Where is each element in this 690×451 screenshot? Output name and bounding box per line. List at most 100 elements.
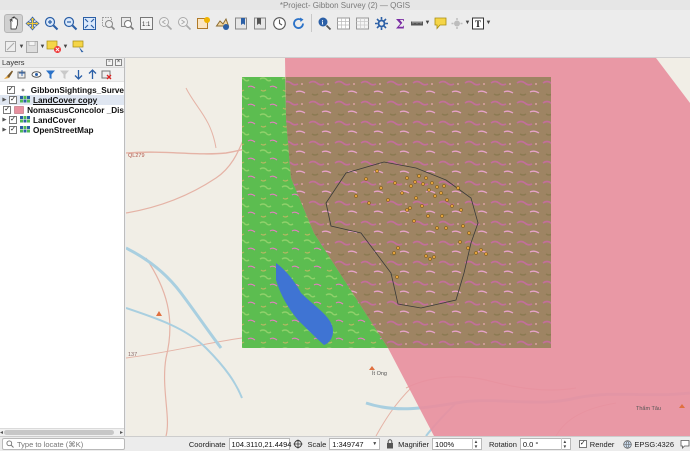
layer-row-landcover[interactable]: ▶ ✓ LandCover (0, 115, 124, 125)
layers-panel-title: Layers (2, 58, 25, 67)
annotation-icon[interactable] (450, 14, 464, 33)
toolbox-icon[interactable] (372, 14, 391, 33)
locator-search[interactable] (2, 438, 125, 450)
zoom-last-icon[interactable] (156, 14, 175, 33)
collapse-all-icon[interactable] (86, 69, 99, 81)
text-annotation-dropdown-chevron-icon[interactable]: ▼ (485, 14, 492, 33)
svg-text:i: i (322, 19, 324, 26)
zoom-full-icon[interactable] (80, 14, 99, 33)
scale-combobox[interactable]: 1:349747 ▼ (329, 438, 381, 450)
toolbar-separator (311, 14, 312, 32)
float-panel-icon[interactable]: ▫ (106, 59, 113, 66)
expand-chevron-icon[interactable]: ▶ (0, 97, 9, 103)
select-features-icon[interactable] (334, 14, 353, 33)
layer-visibility-checkbox[interactable]: ✓ (9, 96, 17, 104)
text-annotation-icon[interactable]: T (471, 14, 485, 33)
rotation-spinbox[interactable]: 0.0 ° ▲ ▼ (519, 438, 571, 450)
magnifier-stepper-icon[interactable]: ▲ ▼ (471, 438, 479, 450)
magnifier-value: 100% (435, 439, 455, 449)
layer-tree: ✓ GibbonSightings_Surve ▶ ✓ LandCover co… (0, 82, 124, 135)
add-feature-icon[interactable] (46, 37, 62, 56)
layers-panel-toolbar (0, 68, 124, 82)
layer-row-gibbon-sightings[interactable]: ✓ GibbonSightings_Surve (0, 85, 124, 95)
zoom-to-layer-icon[interactable] (118, 14, 137, 33)
digitizing-dropdown-chevron-icon[interactable]: ▼ (18, 37, 25, 56)
toggle-extents-icon[interactable] (293, 439, 303, 449)
pan-icon[interactable] (4, 13, 23, 33)
rotation-stepper-icon[interactable]: ▲ ▼ (560, 438, 568, 450)
new-3d-map-icon[interactable] (213, 14, 232, 33)
crs-label[interactable]: EPSG:4326 (634, 440, 674, 449)
zoom-native-icon[interactable]: 1:1 (137, 14, 156, 33)
layers-panel: Layers ▫ × ✓ GibbonSightings_Surve ▶ ✓ L… (0, 58, 125, 436)
town-label: Ít Ong (372, 370, 387, 377)
digitizing-toolbar: ▼ ▼ ▼ (0, 36, 690, 58)
expand-chevron-icon[interactable]: ▶ (0, 117, 9, 123)
temporal-controller-icon[interactable] (270, 14, 289, 33)
expand-chevron-icon[interactable]: ▶ (0, 127, 9, 133)
layer-visibility-checkbox[interactable]: ✓ (9, 116, 17, 124)
show-bookmarks-icon[interactable] (251, 14, 270, 33)
render-checkbox[interactable]: ✓ (578, 440, 587, 448)
place-label: Thẩm Tâu (636, 405, 661, 412)
open-styling-icon[interactable] (2, 69, 15, 81)
zoom-in-icon[interactable] (42, 14, 61, 33)
deselect-icon[interactable] (353, 14, 372, 33)
manage-visibility-icon[interactable] (30, 69, 43, 81)
new-bookmark-icon[interactable] (232, 14, 251, 33)
scale-value: 1:349747 (332, 439, 364, 449)
layer-visibility-checkbox[interactable]: ✓ (3, 106, 12, 114)
peak-marker-icon (369, 366, 375, 370)
expand-all-icon[interactable] (72, 69, 85, 81)
layer-name: NomascusConcolor _Dis (27, 105, 124, 115)
layers-horizontal-scrollbar[interactable]: ◂ ▸ (0, 428, 124, 436)
digitizing-icon[interactable] (4, 37, 18, 56)
remove-layer-icon[interactable] (100, 69, 113, 81)
zoom-to-selection-icon[interactable] (99, 14, 118, 33)
map-canvas[interactable]: QL279 137 Ít Ong Thẩm Tâu (126, 58, 690, 436)
raster-layer-icon (20, 96, 30, 103)
scrollbar-thumb[interactable] (4, 430, 114, 435)
layer-row-nomascus-concolor[interactable]: ✓ NomascusConcolor _Dis (0, 105, 124, 115)
save-edits-icon[interactable] (25, 37, 39, 56)
polygon-layer-icon (14, 106, 24, 114)
pan-to-selection-icon[interactable] (23, 14, 42, 33)
layer-row-openstreetmap[interactable]: ▶ ✓ OpenStreetMap (0, 125, 124, 135)
add-feature-dropdown-chevron-icon[interactable]: ▼ (62, 37, 69, 56)
magnifier-spinbox[interactable]: 100% ▲ ▼ (432, 438, 482, 450)
identify-icon[interactable]: i (315, 14, 334, 33)
statistics-icon[interactable]: Σ (391, 14, 410, 33)
layer-visibility-checkbox[interactable]: ✓ (9, 126, 17, 134)
messages-icon[interactable] (680, 439, 690, 449)
map-tips-icon[interactable] (431, 14, 450, 33)
label-icon[interactable] (69, 37, 88, 56)
svg-text:Σ: Σ (396, 17, 405, 31)
new-map-view-icon[interactable] (194, 14, 213, 33)
coordinate-label: Coordinate (188, 439, 226, 449)
road-label-ql279: QL279 (128, 153, 145, 159)
layer-name: LandCover (33, 115, 76, 125)
road-label-137: 137 (128, 352, 137, 358)
filter-legend-icon[interactable] (44, 69, 57, 81)
svg-text:1:1: 1:1 (142, 22, 151, 28)
filter-expression-icon[interactable] (58, 69, 71, 81)
save-edits-dropdown-chevron-icon[interactable]: ▼ (39, 37, 46, 56)
layer-name: LandCover copy (33, 95, 98, 105)
annotation-dropdown-chevron-icon[interactable]: ▼ (464, 14, 471, 33)
layer-visibility-checkbox[interactable]: ✓ (6, 86, 15, 94)
close-panel-icon[interactable]: × (115, 59, 122, 66)
add-group-icon[interactable] (16, 69, 29, 81)
coordinate-field[interactable]: 104.3110,21.4494 (228, 438, 291, 450)
measure-dropdown-chevron-icon[interactable]: ▼ (424, 14, 431, 33)
zoom-next-icon[interactable] (175, 14, 194, 33)
layer-row-landcover-copy[interactable]: ▶ ✓ LandCover copy (0, 95, 124, 105)
scale-label: Scale (307, 439, 327, 449)
refresh-icon[interactable] (289, 14, 308, 33)
zoom-out-icon[interactable] (61, 14, 80, 33)
crs-globe-icon[interactable] (623, 439, 633, 449)
svg-text:T: T (475, 19, 481, 29)
scale-dropdown-chevron-icon[interactable]: ▼ (372, 441, 377, 447)
measure-icon[interactable] (410, 14, 424, 33)
locator-input[interactable] (17, 439, 121, 449)
lock-scale-icon[interactable] (386, 439, 394, 449)
